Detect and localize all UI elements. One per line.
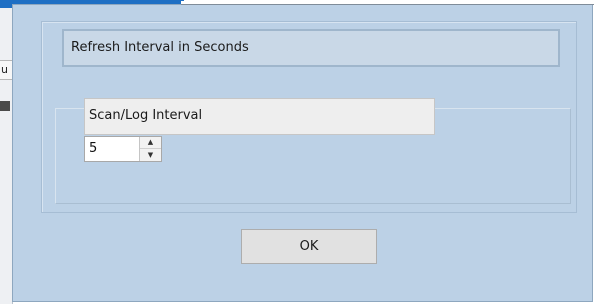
background-window-strip	[0, 101, 10, 111]
scan-log-interval-spinner[interactable]: 5 ▲ ▼	[84, 136, 162, 162]
scan-log-interval-value[interactable]: 5	[89, 137, 97, 161]
spinner-buttons: ▲ ▼	[139, 137, 161, 161]
spin-down-arrow-icon[interactable]: ▼	[140, 149, 161, 161]
spin-up-arrow-icon[interactable]: ▲	[140, 137, 161, 149]
scan-log-interval-label: Scan/Log Interval	[84, 98, 435, 135]
dialog-top-edge	[181, 1, 594, 5]
background-window-tab[interactable]: u	[0, 60, 12, 80]
refresh-interval-dialog: Refresh Interval in Seconds Scan/Log Int…	[12, 1, 594, 302]
group-title: Refresh Interval in Seconds	[62, 29, 560, 67]
ok-button[interactable]: OK	[241, 229, 377, 264]
